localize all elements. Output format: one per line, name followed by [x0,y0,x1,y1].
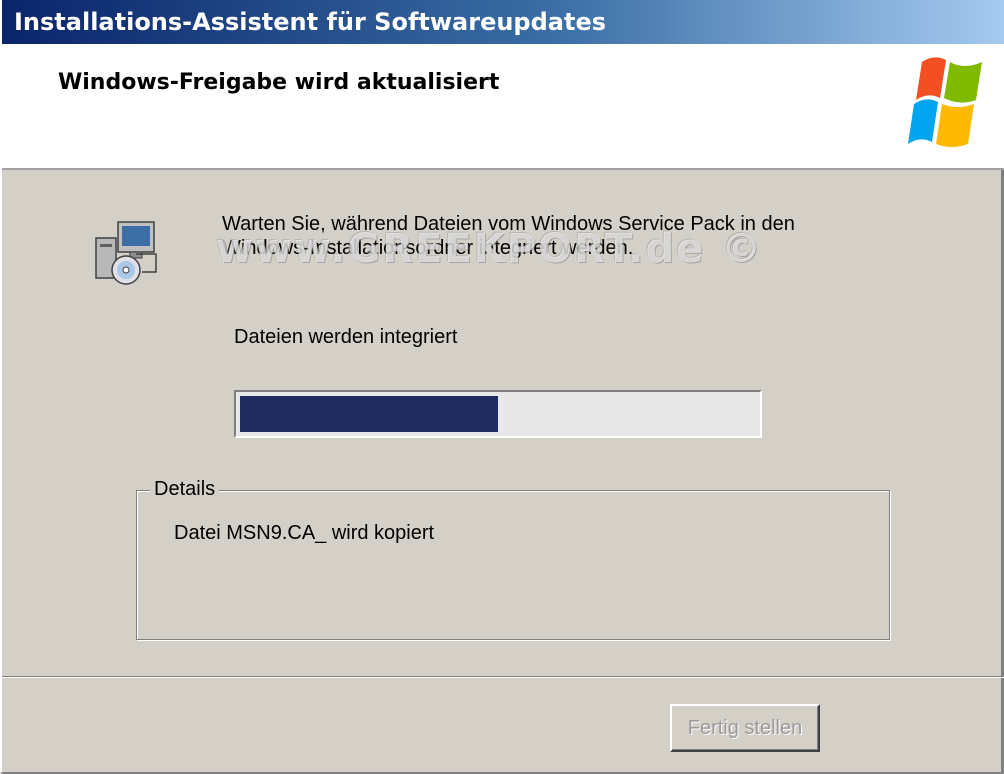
progress-bar [234,390,762,438]
installer-window: Installations-Assistent für Softwareupda… [0,0,1004,774]
watermark-text: www.GREEKPORT.de © [216,226,764,272]
computer-cd-setup-icon [95,221,157,285]
details-legend: Details [150,478,220,501]
window-title: Installations-Assistent für Softwareupda… [14,8,607,36]
progress-bar-fill [240,396,498,432]
header-title: Windows-Freigabe wird aktualisiert [58,70,500,95]
windows-flag-icon [908,57,982,147]
title-bar[interactable]: Installations-Assistent für Softwareupda… [2,0,1004,44]
footer-separator [2,676,1004,678]
finish-button[interactable]: Fertig stellen [670,704,820,752]
wizard-header: Windows-Freigabe wird aktualisiert [2,44,1004,170]
details-group [136,490,890,640]
details-text: Datei MSN9.CA_ wird kopiert [174,522,435,544]
status-label: Dateien werden integriert [234,326,458,348]
